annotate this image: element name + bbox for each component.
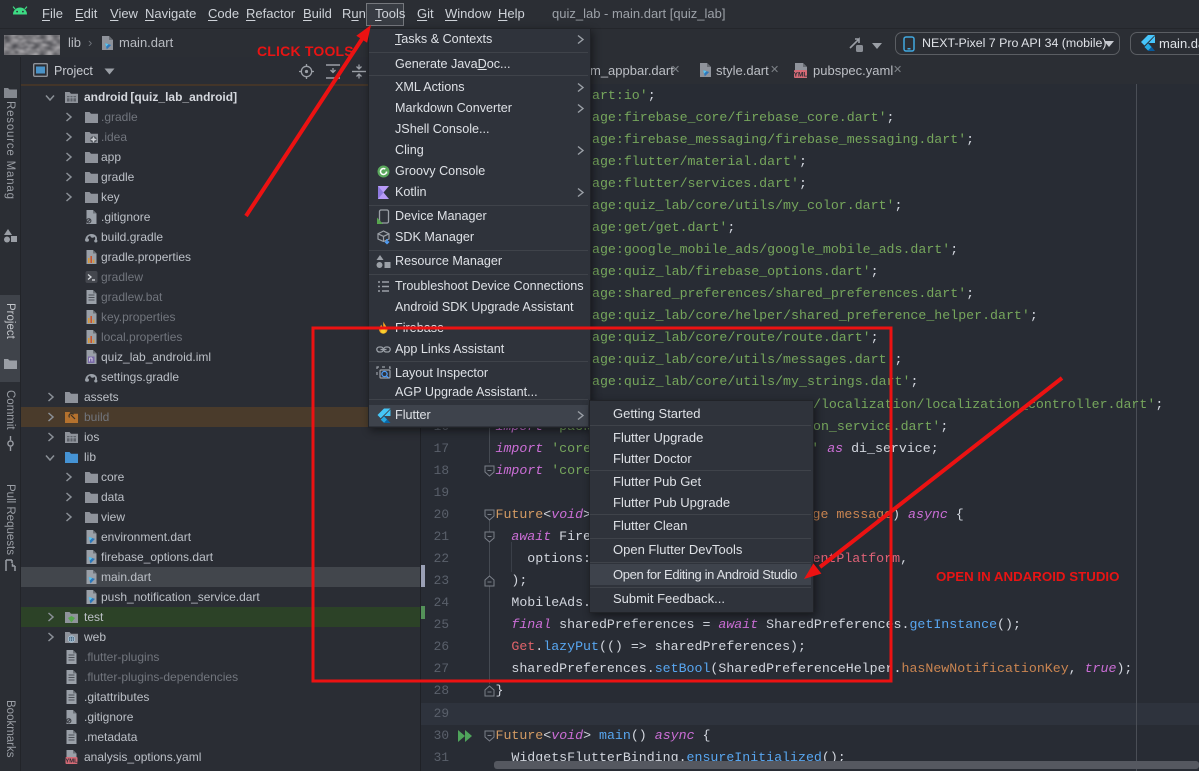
svg-text:YML: YML [794,72,808,79]
svg-text:YML: YML [65,759,78,765]
